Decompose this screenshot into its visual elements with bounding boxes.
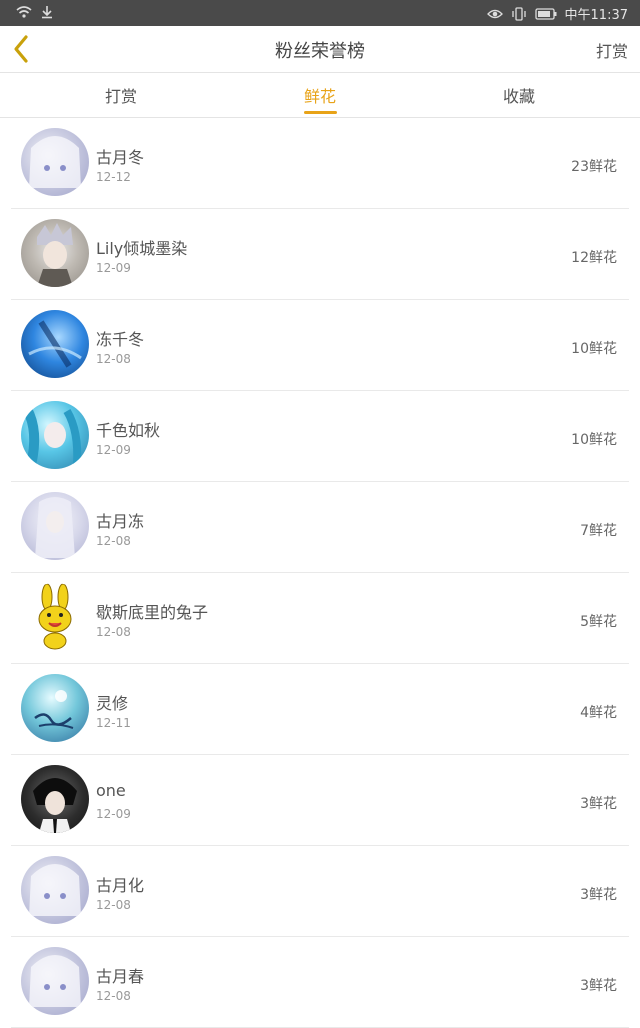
avatar bbox=[21, 401, 89, 469]
tab-bar: 打赏 鲜花 收藏 bbox=[0, 73, 640, 118]
avatar bbox=[21, 947, 89, 1015]
fan-name: 歇斯底里的兔子 bbox=[96, 603, 209, 622]
list-item[interactable]: Lily倾城墨染 12-09 12鲜花 bbox=[11, 209, 629, 300]
avatar bbox=[21, 674, 89, 742]
flower-count: 23鲜花 bbox=[571, 159, 617, 175]
reward-button[interactable]: 打赏 bbox=[596, 38, 628, 62]
wifi-icon bbox=[16, 5, 32, 19]
page-title: 粉丝荣誉榜 bbox=[275, 41, 365, 62]
fan-ranking-list: 古月冬 12-12 23鲜花 Lily倾城墨染 12-09 12鲜花 冻千冬 1… bbox=[0, 118, 640, 1028]
fan-name: Lily倾城墨染 bbox=[96, 239, 188, 258]
fan-date: 12-09 bbox=[96, 443, 131, 457]
flower-count: 5鲜花 bbox=[580, 614, 617, 630]
tab-favorites[interactable]: 收藏 bbox=[503, 83, 535, 107]
list-item[interactable]: 千色如秋 12-09 10鲜花 bbox=[11, 391, 629, 482]
fan-name: 古月春 bbox=[96, 967, 145, 986]
flower-count: 4鲜花 bbox=[580, 705, 617, 721]
fan-name: 古月化 bbox=[96, 876, 145, 895]
list-item[interactable]: 古月春 12-08 3鲜花 bbox=[11, 937, 629, 1028]
list-item[interactable]: 古月冻 12-08 7鲜花 bbox=[11, 482, 629, 573]
active-tab-indicator bbox=[304, 111, 337, 114]
fan-name: 古月冻 bbox=[96, 512, 145, 531]
fan-name: 冻千冬 bbox=[96, 330, 145, 349]
avatar bbox=[21, 310, 89, 378]
fan-date: 12-08 bbox=[96, 625, 131, 639]
list-item[interactable]: 古月冬 12-12 23鲜花 bbox=[11, 118, 629, 209]
fan-date: 12-11 bbox=[96, 716, 131, 730]
fan-date: 12-08 bbox=[96, 898, 131, 912]
status-bar: 中午11:37 bbox=[0, 0, 640, 26]
fan-date: 12-08 bbox=[96, 352, 131, 366]
tab-reward[interactable]: 打赏 bbox=[105, 83, 137, 107]
flower-count: 10鲜花 bbox=[571, 341, 617, 357]
fan-date: 12-09 bbox=[96, 261, 131, 275]
list-item[interactable]: 歇斯底里的兔子 12-08 5鲜花 bbox=[11, 573, 629, 664]
fan-date: 12-09 bbox=[96, 807, 131, 821]
fan-date: 12-12 bbox=[96, 170, 131, 184]
flower-count: 3鲜花 bbox=[580, 978, 617, 994]
vibrate-icon bbox=[511, 6, 527, 21]
download-icon bbox=[40, 5, 56, 19]
fan-name: 千色如秋 bbox=[96, 421, 161, 440]
avatar bbox=[21, 492, 89, 560]
avatar bbox=[21, 583, 89, 651]
flower-count: 12鲜花 bbox=[571, 250, 617, 266]
eye-icon bbox=[486, 7, 503, 21]
flower-count: 10鲜花 bbox=[571, 432, 617, 448]
flower-count: 3鲜花 bbox=[580, 796, 617, 812]
fan-name: 古月冬 bbox=[96, 148, 145, 167]
avatar bbox=[21, 128, 89, 196]
list-item[interactable]: 古月化 12-08 3鲜花 bbox=[11, 846, 629, 937]
avatar bbox=[21, 856, 89, 924]
tab-flowers[interactable]: 鲜花 bbox=[304, 83, 336, 107]
list-item[interactable]: 冻千冬 12-08 10鲜花 bbox=[11, 300, 629, 391]
list-item[interactable]: one 12-09 3鲜花 bbox=[11, 755, 629, 846]
status-time: 中午11:37 bbox=[564, 8, 628, 23]
flower-count: 7鲜花 bbox=[580, 523, 617, 539]
flower-count: 3鲜花 bbox=[580, 887, 617, 903]
fan-name: one bbox=[96, 781, 126, 800]
fan-name: 灵修 bbox=[96, 694, 129, 713]
top-nav-bar: 粉丝荣誉榜 打赏 bbox=[0, 26, 640, 73]
battery-icon bbox=[534, 7, 557, 21]
fan-date: 12-08 bbox=[96, 989, 131, 1003]
avatar bbox=[21, 219, 89, 287]
fan-date: 12-08 bbox=[96, 534, 131, 548]
list-item[interactable]: 灵修 12-11 4鲜花 bbox=[11, 664, 629, 755]
avatar bbox=[21, 765, 89, 833]
